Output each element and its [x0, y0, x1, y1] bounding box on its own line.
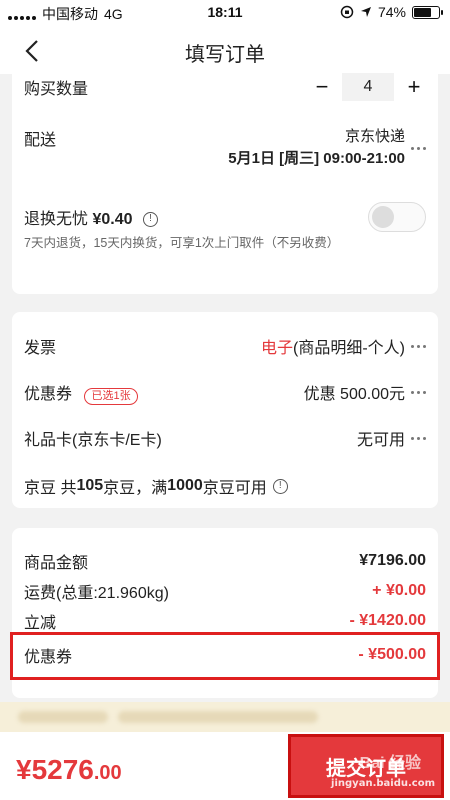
invoice-label: 发票: [24, 340, 57, 357]
more-icon: [411, 344, 426, 348]
shipping-method: 京东快递: [344, 128, 405, 145]
summary-row: 商品金额 ¥7196.00: [24, 548, 426, 574]
return-insurance-label: 退换无忧: [24, 211, 89, 228]
coupon-value: 优惠 500.00元: [303, 386, 405, 403]
shipping-label: 配送: [24, 132, 57, 149]
coupon-label: 优惠券: [24, 385, 73, 403]
page-title: 填写订单: [185, 44, 265, 66]
return-insurance-row: 退换无忧 ¥0.40 !: [24, 202, 426, 232]
summary-value: ¥7196.00: [359, 552, 426, 569]
jingdou-mid: 京豆，满: [103, 480, 168, 497]
more-icon: [411, 436, 426, 440]
jingdou-count: 105: [76, 477, 104, 494]
location-arrow-icon: [360, 7, 371, 17]
payment-options-card: 发票 电子 (商品明细-个人) 优惠券 已选1张 优惠 500.00元 礼品卡(…: [12, 312, 438, 508]
invoice-row[interactable]: 发票 电子 (商品明细-个人): [24, 332, 426, 360]
watermark-url: jingyan.baidu.com: [331, 778, 435, 789]
notice-bar: [0, 702, 450, 732]
info-icon[interactable]: !: [272, 478, 288, 494]
submit-order-button[interactable]: 提交订单 Bai 经验 jingyan.baidu.com: [288, 734, 444, 798]
invoice-detail: (商品明细-个人): [293, 340, 405, 357]
order-options-card: 购买数量 − 4 + 配送 京东快递 5月1日 [周三] 09:00-21:00…: [12, 66, 438, 294]
more-icon: [411, 390, 426, 394]
jingdou-prefix: 京豆 共: [24, 480, 77, 497]
shipping-row[interactable]: 配送 京东快递 5月1日 [周三] 09:00-21:00: [24, 126, 426, 172]
watermark-logo: Bai 经验: [359, 755, 421, 772]
quantity-input[interactable]: 4: [342, 73, 394, 101]
summary-label: 立减: [24, 615, 57, 632]
coupon-badge: 已选1张: [84, 387, 138, 405]
quantity-stepper: − 4 +: [310, 73, 426, 101]
shipping-datetime: 5月1日 [周三] 09:00-21:00: [228, 150, 405, 167]
quantity-row: 购买数量 − 4 +: [24, 72, 426, 102]
summary-value: + ¥0.00: [372, 582, 426, 599]
decrease-button[interactable]: −: [310, 76, 334, 98]
return-insurance-toggle[interactable]: [368, 202, 426, 232]
giftcard-label: 礼品卡(京东卡/E卡): [24, 432, 162, 449]
info-icon[interactable]: !: [142, 212, 158, 228]
highlight-box: [10, 632, 440, 680]
jingdou-row: 京豆 共 105 京豆，满 1000 京豆可用 !: [24, 472, 426, 500]
quantity-label: 购买数量: [24, 81, 89, 98]
summary-value: - ¥1420.00: [349, 612, 426, 629]
summary-row: 运费(总重:21.960kg) + ¥0.00: [24, 578, 426, 604]
status-bar: 中国移动 4G 18:11 74%: [0, 0, 450, 26]
jingdou-suffix: 京豆可用: [202, 480, 267, 497]
summary-label: 商品金额: [24, 555, 89, 572]
return-insurance-desc: 7天内退货，15天内换货，可享1次上门取件（不另收费）: [24, 236, 340, 250]
summary-row: 立减 - ¥1420.00: [24, 608, 426, 634]
battery-icon: [412, 5, 443, 19]
increase-button[interactable]: +: [402, 76, 426, 98]
total-price: ¥5276.00: [16, 754, 122, 785]
invoice-type: 电子: [260, 340, 293, 357]
more-icon: [411, 146, 426, 150]
giftcard-row[interactable]: 礼品卡(京东卡/E卡) 无可用: [24, 424, 426, 452]
jingdou-threshold: 1000: [167, 477, 203, 494]
giftcard-value: 无可用: [356, 432, 405, 449]
checkout-bar: ¥5276.00 提交订单 Bai 经验 jingyan.baidu.com: [0, 732, 450, 800]
coupon-row[interactable]: 优惠券 已选1张 优惠 500.00元: [24, 378, 426, 406]
battery-percent: 74%: [377, 4, 406, 20]
return-insurance-price: ¥0.40: [92, 211, 133, 228]
lock-rotation-icon: [340, 5, 354, 19]
summary-label: 运费(总重:21.960kg): [24, 585, 169, 602]
